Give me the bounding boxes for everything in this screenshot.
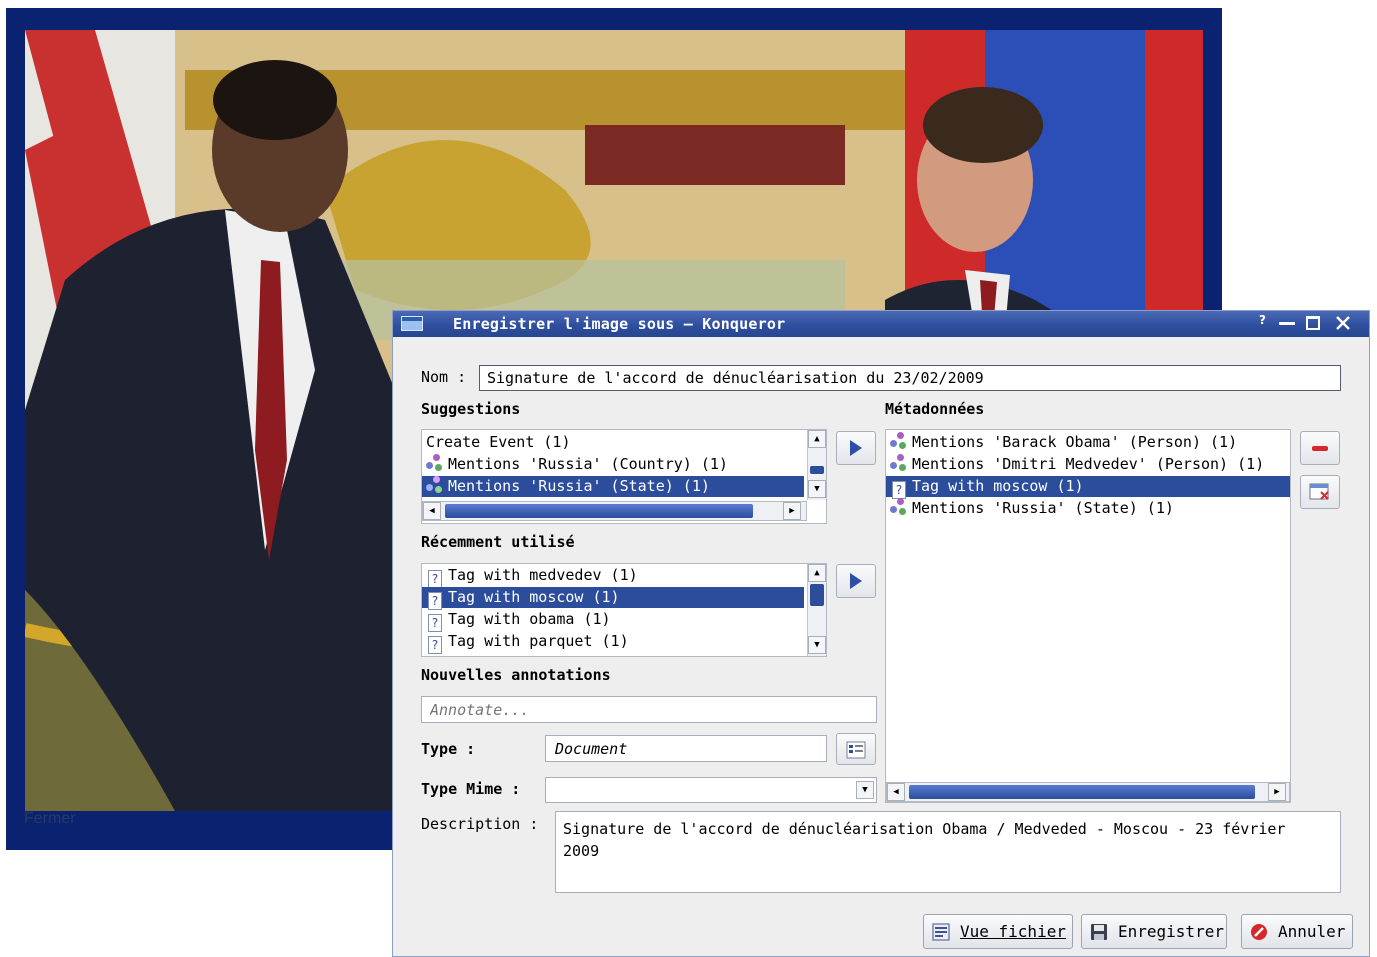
list-item[interactable]: Mentions 'Russia' (Country) (1) xyxy=(422,454,826,475)
name-field[interactable]: Signature de l'accord de dénucléarisatio… xyxy=(479,365,1341,391)
scroll-down-icon[interactable]: ▼ xyxy=(808,480,826,498)
list-item[interactable]: ? Tag with parquet (1) xyxy=(422,631,826,654)
list-item-label: Tag with medvedev (1) xyxy=(448,566,638,584)
save-label: Enregistrer xyxy=(1118,922,1224,941)
title-bar[interactable]: Enregistrer l'image sous – Konqueror ? xyxy=(393,311,1369,337)
graph-icon xyxy=(890,432,908,450)
vertical-scrollbar[interactable]: ▲ ▼ xyxy=(807,564,826,656)
type-label: Type : xyxy=(421,740,476,758)
list-item-label: Mentions 'Dmitri Medvedev' (Person) (1) xyxy=(912,455,1265,473)
scroll-up-icon[interactable]: ▲ xyxy=(808,430,826,448)
graph-icon xyxy=(890,454,908,472)
save-icon xyxy=(1091,924,1107,940)
description-field[interactable]: Signature de l'accord de dénucléarisatio… xyxy=(555,811,1341,893)
list-item-label: Create Event (1) xyxy=(426,433,571,451)
list-icon xyxy=(846,741,866,759)
recent-list[interactable]: ? Tag with medvedev (1) ? Tag with moscow … xyxy=(421,563,827,657)
scroll-right-icon[interactable]: ▶ xyxy=(1268,783,1286,801)
list-item-label: Mentions 'Barack Obama' (Person) (1) xyxy=(912,433,1238,451)
suggestions-list[interactable]: Create Event (1) Mentions 'Russia' (Coun… xyxy=(421,429,827,524)
dropdown-arrow-icon[interactable]: ▼ xyxy=(856,781,874,799)
list-item[interactable]: Mentions 'Dmitri Medvedev' (Person) (1) xyxy=(886,454,1290,475)
tag-icon: ? xyxy=(426,634,444,654)
scroll-thumb[interactable] xyxy=(810,466,824,474)
description-label: Description : xyxy=(421,815,539,833)
list-item-label: Tag with moscow (1) xyxy=(912,477,1084,495)
scroll-down-icon[interactable]: ▼ xyxy=(808,636,826,654)
list-item-selected[interactable]: Mentions 'Russia' (State) (1) xyxy=(422,476,804,497)
minimize-icon[interactable] xyxy=(1279,322,1295,325)
scroll-left-icon[interactable]: ◀ xyxy=(423,502,441,520)
arrow-right-icon xyxy=(850,573,862,589)
tag-icon: ? xyxy=(426,590,444,610)
list-item-selected[interactable]: ? Tag with moscow (1) xyxy=(422,587,804,610)
arrow-right-icon xyxy=(850,440,862,456)
scroll-left-icon[interactable]: ◀ xyxy=(887,783,905,801)
list-item-label: Tag with moscow (1) xyxy=(448,588,620,606)
list-item[interactable]: Create Event (1) xyxy=(422,432,826,453)
suggestions-heading: Suggestions xyxy=(421,400,521,418)
add-recent-button[interactable] xyxy=(836,564,876,598)
scroll-thumb[interactable] xyxy=(445,504,753,518)
list-item-label: Tag with obama (1) xyxy=(448,610,611,628)
list-item[interactable]: Mentions 'Barack Obama' (Person) (1) xyxy=(886,432,1290,453)
remove-metadata-button[interactable] xyxy=(1300,431,1340,465)
scroll-up-icon[interactable]: ▲ xyxy=(808,564,826,582)
window-icon xyxy=(401,316,423,331)
annotate-input[interactable] xyxy=(421,696,877,723)
metadata-heading: Métadonnées xyxy=(885,400,985,418)
vertical-scrollbar[interactable]: ▲ ▼ xyxy=(807,430,826,500)
help-icon[interactable]: ? xyxy=(1259,313,1266,327)
maximize-icon[interactable] xyxy=(1306,316,1320,330)
type-field[interactable]: Document xyxy=(545,735,827,762)
new-annotations-heading: Nouvelles annotations xyxy=(421,666,611,684)
list-item-label: Mentions 'Russia' (Country) (1) xyxy=(448,455,728,473)
horizontal-scrollbar[interactable]: ◀ ▶ xyxy=(886,782,1290,802)
mime-label: Type Mime : xyxy=(421,780,521,798)
tag-icon: ? xyxy=(890,479,908,499)
cancel-button[interactable]: Annuler xyxy=(1241,914,1353,949)
list-item[interactable]: ? Tag with medvedev (1) xyxy=(422,565,826,588)
horizontal-scrollbar[interactable]: ◀ ▶ xyxy=(422,501,807,521)
view-file-button[interactable]: Vue fichier xyxy=(923,914,1073,949)
clear-list-icon xyxy=(1309,483,1329,500)
mime-select[interactable]: ▼ xyxy=(545,777,877,803)
graph-icon xyxy=(426,476,444,494)
name-label: Nom : xyxy=(421,368,467,386)
list-item-label: Mentions 'Russia' (State) (1) xyxy=(912,499,1174,517)
save-button[interactable]: Enregistrer xyxy=(1081,914,1227,949)
tag-icon: ? xyxy=(426,612,444,632)
close-link[interactable]: Fermer xyxy=(24,810,76,828)
list-item-label: Mentions 'Russia' (State) (1) xyxy=(448,477,710,495)
clear-metadata-button[interactable] xyxy=(1300,475,1340,509)
scroll-thumb[interactable] xyxy=(810,584,824,606)
type-select-button[interactable] xyxy=(836,733,876,765)
list-item[interactable]: Mentions 'Russia' (State) (1) xyxy=(886,498,1290,519)
add-suggestion-button[interactable] xyxy=(836,431,876,465)
view-file-icon xyxy=(932,923,950,941)
list-item-label: Tag with parquet (1) xyxy=(448,632,629,650)
cancel-label: Annuler xyxy=(1278,922,1346,941)
cancel-icon xyxy=(1251,924,1267,940)
close-icon[interactable] xyxy=(1335,315,1351,331)
tag-icon: ? xyxy=(426,568,444,588)
type-field-value: Document xyxy=(555,740,628,758)
recent-heading: Récemment utilisé xyxy=(421,533,575,551)
save-image-dialog: Enregistrer l'image sous – Konqueror ? N… xyxy=(392,310,1370,957)
list-item-selected[interactable]: ? Tag with moscow (1) xyxy=(886,476,1290,499)
minus-icon xyxy=(1312,446,1328,451)
scroll-thumb[interactable] xyxy=(909,785,1255,799)
graph-icon xyxy=(890,498,908,516)
graph-icon xyxy=(426,454,444,472)
scroll-right-icon[interactable]: ▶ xyxy=(783,502,801,520)
view-file-label: Vue fichier xyxy=(960,922,1066,941)
description-field-value: Signature de l'accord de dénucléarisatio… xyxy=(563,820,1286,860)
list-item[interactable]: ? Tag with obama (1) xyxy=(422,609,826,632)
name-field-value: Signature de l'accord de dénucléarisatio… xyxy=(487,369,984,387)
metadata-list[interactable]: Mentions 'Barack Obama' (Person) (1) Men… xyxy=(885,429,1291,803)
window-title: Enregistrer l'image sous – Konqueror xyxy=(453,315,786,333)
